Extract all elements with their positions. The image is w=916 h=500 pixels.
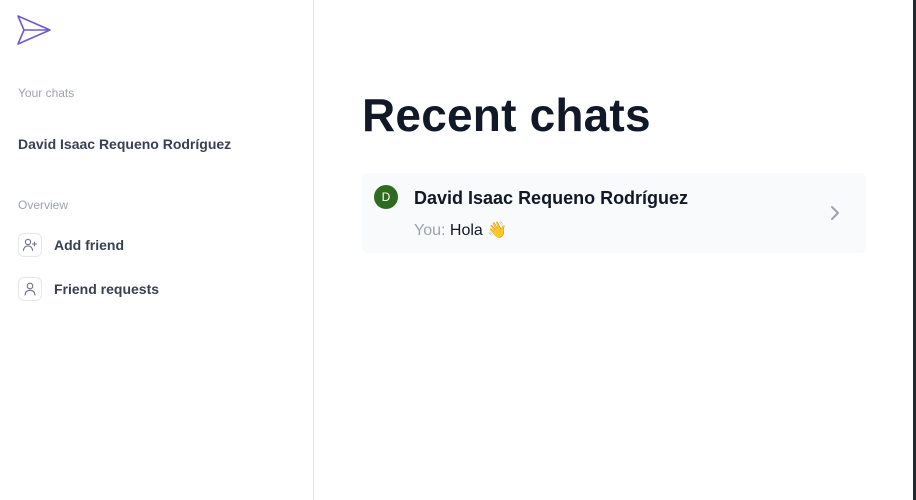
your-chats-label: Your chats [18,86,75,100]
overview-label: Overview [18,198,69,212]
sidebar-item-friend-requests[interactable]: Friend requests [18,277,159,301]
chat-name: David Isaac Requeno Rodríguez [414,188,689,208]
main-content: Recent chats D David Isaac Requeno Rodrí… [314,0,914,500]
recent-chat-card[interactable]: D David Isaac Requeno Rodríguez You: Hol… [362,173,866,253]
preview-prefix: You: [414,222,450,239]
preview-text: Hola 👋 [449,222,508,239]
page-title: Recent chats [362,89,651,141]
chevron-right-icon[interactable] [828,203,842,223]
avatar: D [374,185,398,209]
user-plus-icon [18,233,42,257]
paper-plane-logo-icon[interactable] [16,14,52,46]
app-window: Your chats David Isaac Requeno Rodríguez… [0,0,916,500]
sidebar-item-add-friend[interactable]: Add friend [18,233,124,257]
sidebar-item-label: Add friend [54,237,124,253]
sidebar-item-label: Friend requests [54,281,160,297]
sidebar: Your chats David Isaac Requeno Rodríguez… [0,0,314,500]
user-icon [18,277,42,301]
sidebar-chat-item[interactable]: David Isaac Requeno Rodríguez [18,136,231,152]
message-preview: You: Hola 👋 [414,220,507,240]
